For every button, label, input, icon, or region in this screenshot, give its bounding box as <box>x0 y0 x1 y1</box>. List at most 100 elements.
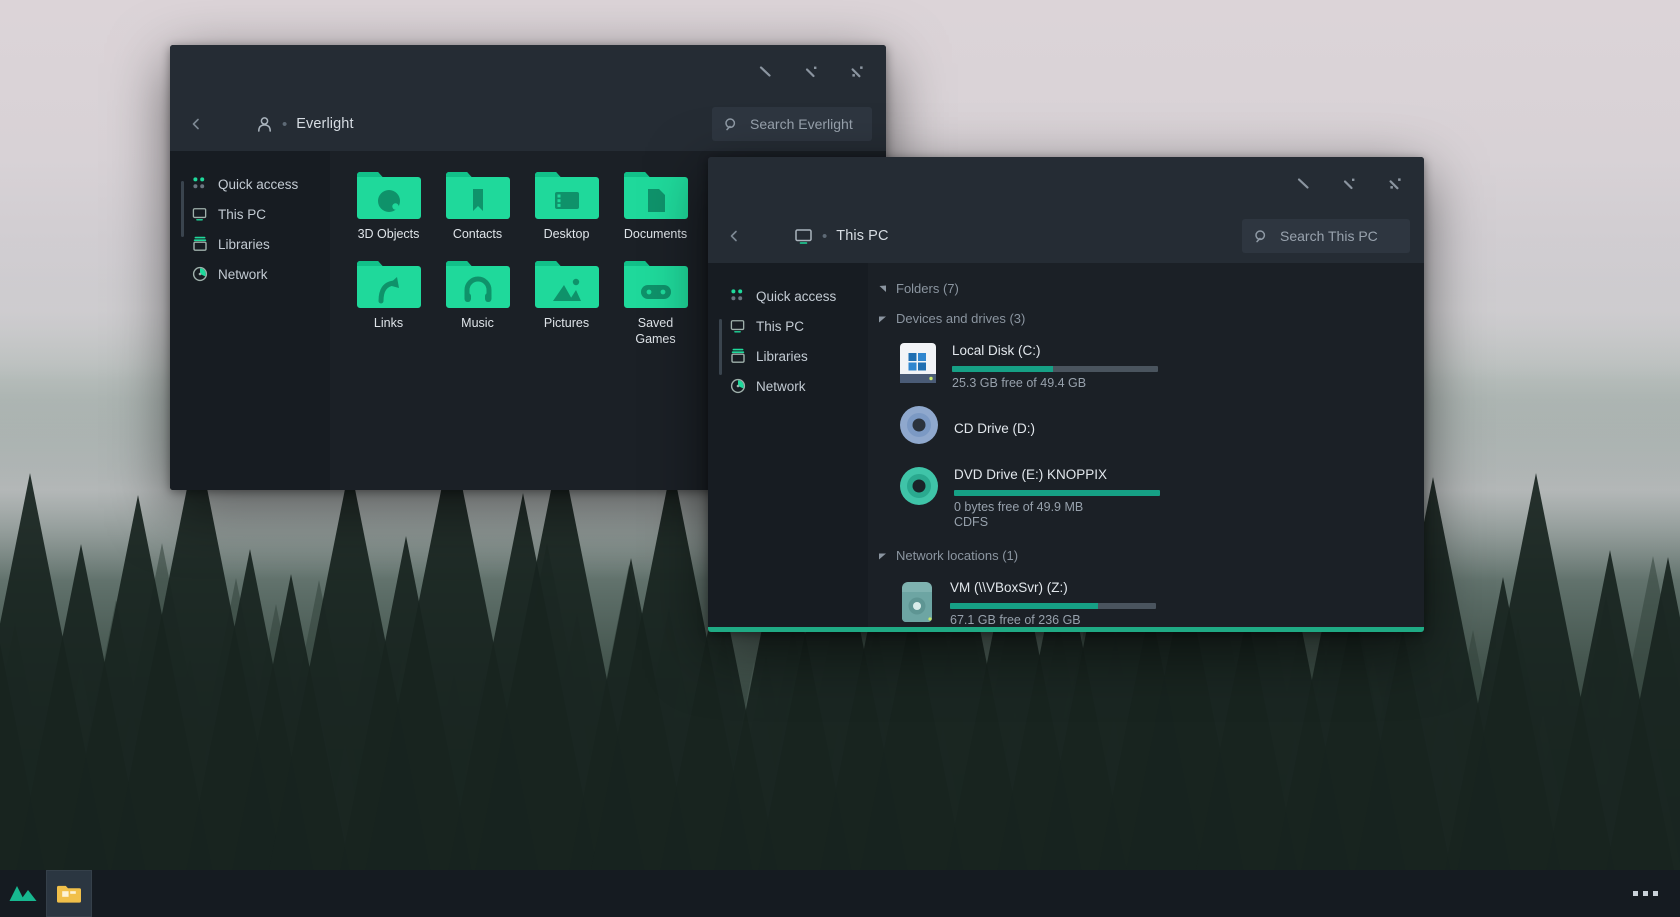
breadcrumb-this-pc[interactable]: • This PC <box>794 228 889 245</box>
window-controls-this-pc <box>1280 157 1418 209</box>
sidebar-item-this-pc[interactable]: This PC <box>170 199 330 229</box>
drive-item[interactable]: CD Drive (D:) <box>892 399 1152 460</box>
sidebar-item-network[interactable]: Network <box>170 259 330 289</box>
folder-label: Music <box>461 316 494 331</box>
folder-item[interactable]: Music <box>433 252 522 357</box>
group-header-network[interactable]: Network locations (1) <box>868 544 1424 567</box>
taskbar <box>0 870 1680 917</box>
usage-bar <box>952 366 1158 372</box>
breadcrumb-title: Everlight <box>296 116 353 132</box>
ellipsis-icon <box>1653 891 1658 896</box>
folder-label: Contacts <box>453 227 502 242</box>
search-input[interactable]: Search Everlight <box>750 116 853 132</box>
start-button[interactable] <box>0 870 46 917</box>
minimize-icon <box>1296 176 1311 191</box>
drive-item[interactable]: Local Disk (C:) 25.3 GB free of 49.4 GB <box>892 336 1152 399</box>
overflow-button[interactable] <box>1627 881 1664 906</box>
folder-item[interactable]: Saved Games <box>611 252 700 357</box>
sidebar-item-this-pc[interactable]: This PC <box>708 311 868 341</box>
sidebar-item-label: Network <box>218 267 268 282</box>
folder-icon <box>535 260 599 308</box>
close-icon <box>850 64 865 79</box>
breadcrumb-separator: • <box>822 229 827 244</box>
monitor-icon <box>730 319 746 334</box>
sidebar-everlight: Quick access This PC Libraries Network <box>170 151 330 490</box>
sidebar-item-label: Quick access <box>756 289 836 304</box>
search-input[interactable]: Search This PC <box>1280 228 1378 244</box>
folder-item[interactable]: Desktop <box>522 163 611 252</box>
sidebar-item-libraries[interactable]: Libraries <box>708 341 868 371</box>
search-box-this-pc[interactable]: Search This PC <box>1242 219 1410 253</box>
folder-icon <box>446 260 510 308</box>
titlebar-this-pc[interactable] <box>708 157 1424 209</box>
folder-item[interactable]: Documents <box>611 163 700 252</box>
back-button[interactable] <box>718 220 750 252</box>
group-header-devices[interactable]: Devices and drives (3) <box>868 307 1424 330</box>
drive-icon-wrap <box>898 465 940 512</box>
close-button[interactable] <box>834 52 880 90</box>
folder-label: Links <box>374 316 403 331</box>
drive-listing: Folders (7) Devices and drives (3) Local… <box>868 263 1424 632</box>
sidebar-item-label: This PC <box>756 319 804 334</box>
folder-label: Saved Games <box>617 316 695 347</box>
sidebar-this-pc: Quick access This PC Libraries Network <box>708 263 868 632</box>
maximize-button[interactable] <box>1326 164 1372 202</box>
folder-icon <box>624 260 688 308</box>
group-label: Folders (7) <box>896 281 959 296</box>
folder-item[interactable]: 3D Objects <box>344 163 433 252</box>
window-this-pc[interactable]: • This PC Search This PC Quick access <box>708 157 1424 632</box>
sidebar-item-network[interactable]: Network <box>708 371 868 401</box>
close-button[interactable] <box>1372 164 1418 202</box>
window-body-this-pc: Quick access This PC Libraries Network F… <box>708 263 1424 632</box>
windows-drive-icon <box>898 341 938 385</box>
network-locations-list: VM (\\VBoxSvr) (Z:) 67.1 GB free of 236 … <box>868 567 1424 632</box>
sidebar-item-label: Network <box>756 379 806 394</box>
chevron-left-icon <box>189 117 203 131</box>
folder-item[interactable]: Contacts <box>433 163 522 252</box>
back-button[interactable] <box>180 108 212 140</box>
minimize-button[interactable] <box>1280 164 1326 202</box>
ellipsis-icon <box>1643 891 1648 896</box>
sidebar-item-quick-access[interactable]: Quick access <box>708 281 868 311</box>
drive-item[interactable]: VM (\\VBoxSvr) (Z:) 67.1 GB free of 236 … <box>892 573 1152 632</box>
window-accent-bar <box>708 627 1424 632</box>
chevron-left-icon <box>727 229 741 243</box>
cd-disc-icon <box>898 404 940 446</box>
monitor-icon <box>794 228 813 245</box>
drive-free-space: 67.1 GB free of 236 GB <box>950 613 1146 627</box>
dvd-disc-icon <box>898 465 940 507</box>
drive-name: DVD Drive (E:) KNOPPIX <box>954 467 1146 482</box>
breadcrumb-everlight[interactable]: • Everlight <box>256 116 354 133</box>
taskbar-item-file-explorer[interactable] <box>46 870 92 917</box>
sidebar-scrollbar[interactable] <box>719 319 722 375</box>
sidebar-item-label: Libraries <box>218 237 270 252</box>
sidebar-item-libraries[interactable]: Libraries <box>170 229 330 259</box>
sidebar-scrollbar[interactable] <box>181 181 184 237</box>
folder-icon <box>56 883 82 905</box>
maximize-icon <box>804 64 819 79</box>
maximize-icon <box>1342 176 1357 191</box>
drive-free-space: 25.3 GB free of 49.4 GB <box>952 376 1146 390</box>
sidebar-item-label: Libraries <box>756 349 808 364</box>
minimize-button[interactable] <box>742 52 788 90</box>
chevron-expanded-icon <box>878 551 887 560</box>
chevron-collapsed-icon <box>878 284 887 293</box>
folder-icon <box>446 171 510 219</box>
folder-label: 3D Objects <box>358 227 420 242</box>
maximize-button[interactable] <box>788 52 834 90</box>
folder-icon <box>535 171 599 219</box>
folder-item[interactable]: Pictures <box>522 252 611 357</box>
mountains-icon <box>9 885 37 903</box>
sidebar-item-quick-access[interactable]: Quick access <box>170 169 330 199</box>
window-controls-everlight <box>742 45 880 97</box>
quick-access-dots-icon <box>192 176 208 192</box>
libraries-icon <box>730 348 746 364</box>
toolbar-this-pc: • This PC Search This PC <box>708 209 1424 263</box>
titlebar-everlight[interactable] <box>170 45 886 97</box>
drive-item[interactable]: DVD Drive (E:) KNOPPIX 0 bytes free of 4… <box>892 460 1152 538</box>
search-box-everlight[interactable]: Search Everlight <box>712 107 872 141</box>
drive-free-space: 0 bytes free of 49.9 MB <box>954 500 1146 514</box>
group-header-folders[interactable]: Folders (7) <box>868 277 1424 300</box>
ellipsis-icon <box>1633 891 1638 896</box>
folder-item[interactable]: Links <box>344 252 433 357</box>
